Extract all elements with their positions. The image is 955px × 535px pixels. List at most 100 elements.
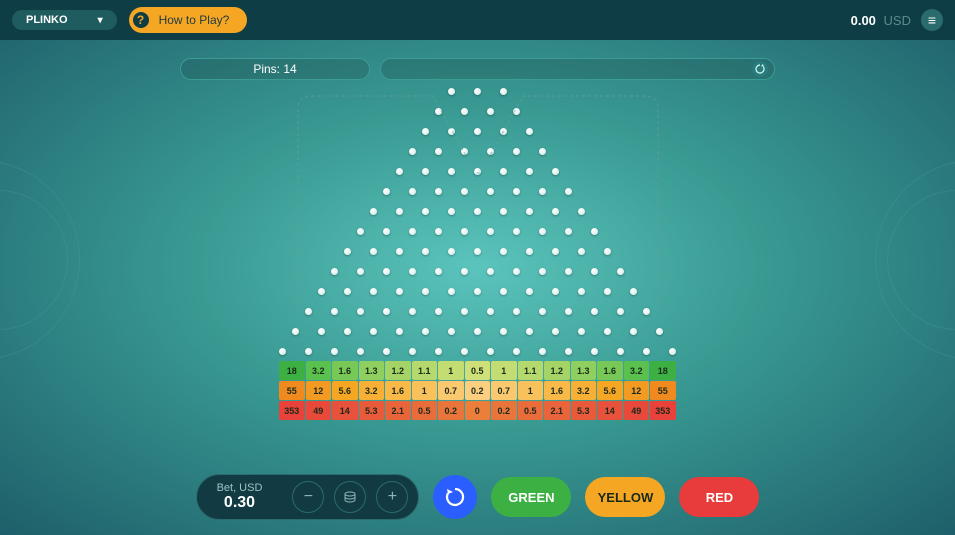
bet-minus-button[interactable]: − <box>292 481 324 513</box>
payout-slot: 1 <box>491 361 517 380</box>
peg <box>331 308 338 315</box>
balance-display: 0.00 USD <box>851 13 911 28</box>
payout-slot: 2.1 <box>544 401 570 420</box>
peg <box>370 328 377 335</box>
peg <box>526 248 533 255</box>
payout-slot: 1.6 <box>385 381 411 400</box>
game-name: PLINKO <box>26 14 68 26</box>
payout-grid: 183.21.61.31.21.110.511.11.21.31.63.2185… <box>279 361 676 420</box>
peg <box>409 228 416 235</box>
payout-slot: 1.6 <box>332 361 358 380</box>
payout-slot: 353 <box>279 401 305 420</box>
payout-slot: 1.2 <box>385 361 411 380</box>
bet-yellow-button[interactable]: YELLOW <box>585 477 665 517</box>
payout-row-yellow: 55125.63.21.610.70.20.711.63.25.61255 <box>279 381 676 400</box>
bet-plus-button[interactable]: + <box>376 481 408 513</box>
peg <box>565 228 572 235</box>
menu-button[interactable]: ≡ <box>921 9 943 31</box>
bet-green-button[interactable]: GREEN <box>491 477 571 517</box>
peg <box>396 328 403 335</box>
pins-selector[interactable]: Pins: 14 <box>180 58 370 80</box>
balance-value: 0.00 <box>851 13 876 28</box>
peg <box>461 268 468 275</box>
peg <box>617 308 624 315</box>
payout-slot: 55 <box>279 381 305 400</box>
peg <box>617 348 624 355</box>
controls-bar: Bet, USD 0.30 − + GREEN YELLOW RED <box>0 469 955 525</box>
how-to-play-button[interactable]: ? How to Play? <box>129 7 248 33</box>
peg <box>409 268 416 275</box>
peg <box>292 328 299 335</box>
peg-row <box>357 228 598 235</box>
payout-slot: 3.2 <box>571 381 597 400</box>
payout-slot: 0.5 <box>465 361 491 380</box>
history-bar[interactable] <box>380 58 775 80</box>
peg <box>474 208 481 215</box>
help-label: How to Play? <box>159 13 230 27</box>
top-bar: PLINKO ▾ ? How to Play? 0.00 USD ≡ <box>0 0 955 40</box>
peg <box>656 328 663 335</box>
peg <box>357 228 364 235</box>
peg <box>630 328 637 335</box>
drop-button[interactable] <box>433 475 477 519</box>
bet-stack-button[interactable] <box>334 481 366 513</box>
peg-row <box>435 108 520 115</box>
peg <box>344 328 351 335</box>
peg <box>578 248 585 255</box>
peg <box>539 148 546 155</box>
peg-grid <box>279 88 676 355</box>
peg-row <box>344 248 611 255</box>
payout-slot: 14 <box>597 401 623 420</box>
peg-row <box>318 288 637 295</box>
game-select-dropdown[interactable]: PLINKO ▾ <box>12 10 117 30</box>
payout-slot: 2.1 <box>385 401 411 420</box>
payout-slot: 55 <box>650 381 676 400</box>
peg <box>461 188 468 195</box>
peg <box>604 328 611 335</box>
payout-slot: 5.6 <box>332 381 358 400</box>
peg <box>474 328 481 335</box>
peg <box>448 328 455 335</box>
peg <box>474 88 481 95</box>
peg <box>526 328 533 335</box>
payout-slot: 49 <box>306 401 332 420</box>
payout-slot: 49 <box>624 401 650 420</box>
payout-slot: 1.6 <box>544 381 570 400</box>
peg <box>539 268 546 275</box>
peg <box>370 288 377 295</box>
stack-icon <box>343 490 357 504</box>
peg <box>448 288 455 295</box>
peg <box>500 288 507 295</box>
peg <box>500 328 507 335</box>
minus-icon: − <box>304 488 313 506</box>
peg <box>513 188 520 195</box>
peg <box>461 228 468 235</box>
plinko-board: 183.21.61.31.21.110.511.11.21.31.63.2185… <box>279 88 676 420</box>
peg <box>461 108 468 115</box>
peg <box>474 248 481 255</box>
payout-slot: 3.2 <box>624 361 650 380</box>
payout-slot: 5.3 <box>571 401 597 420</box>
peg <box>474 288 481 295</box>
peg <box>591 308 598 315</box>
peg-row <box>279 348 676 355</box>
peg <box>396 168 403 175</box>
peg <box>474 168 481 175</box>
peg-row <box>409 148 546 155</box>
peg <box>396 288 403 295</box>
peg <box>552 328 559 335</box>
peg-row <box>305 308 650 315</box>
peg <box>383 308 390 315</box>
peg <box>552 248 559 255</box>
payout-slot: 0.5 <box>518 401 544 420</box>
payout-slot: 14 <box>332 401 358 420</box>
peg <box>383 188 390 195</box>
peg-row <box>331 268 624 275</box>
peg <box>370 208 377 215</box>
peg-row <box>383 188 572 195</box>
balance-currency: USD <box>884 13 911 28</box>
peg-row <box>448 88 507 95</box>
bet-red-button[interactable]: RED <box>679 477 759 517</box>
peg <box>396 248 403 255</box>
peg <box>448 208 455 215</box>
